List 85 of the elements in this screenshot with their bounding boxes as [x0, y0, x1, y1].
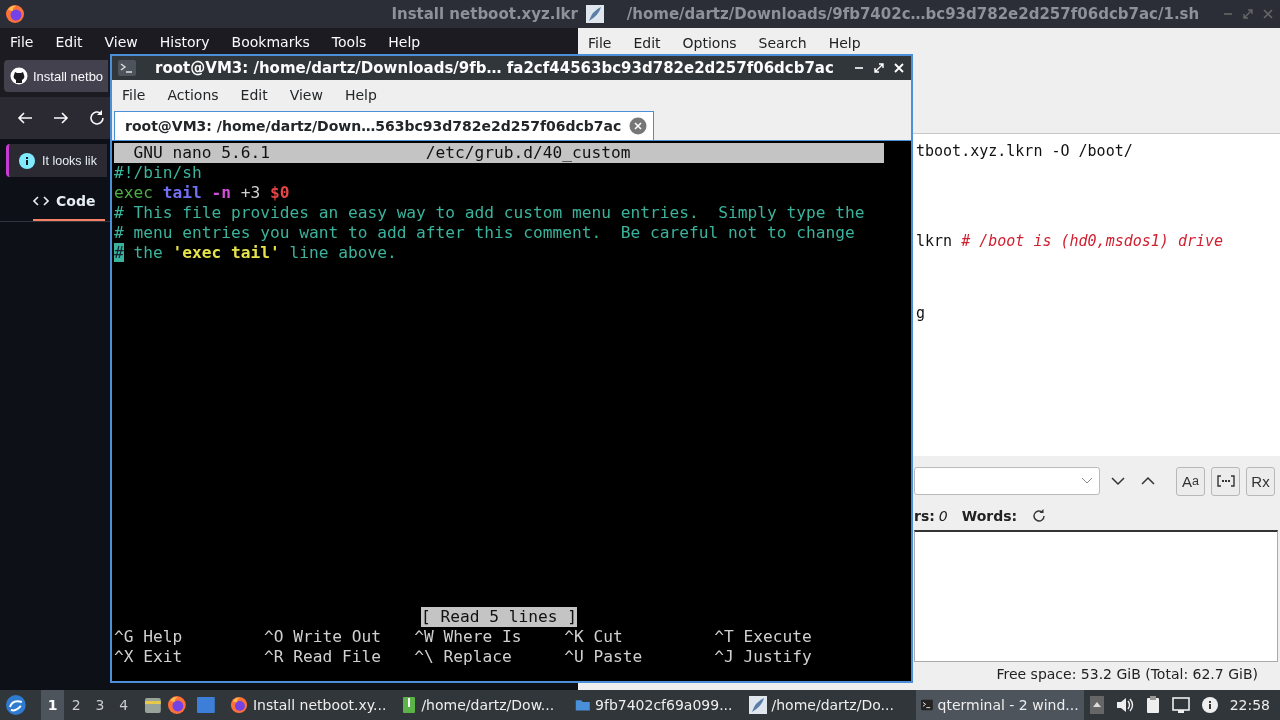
- terminal-icon: [920, 697, 933, 713]
- forward-icon[interactable]: [52, 110, 70, 126]
- shortcut-hint: ^R Read File: [264, 647, 383, 667]
- shortcut-hint: ^U Paste: [564, 647, 644, 667]
- window-title: Install netboot.xyz.lkr: [391, 5, 578, 23]
- back-icon[interactable]: [16, 110, 34, 126]
- code-line: tboot.xyz.lkrn -O /boot/: [916, 141, 1133, 162]
- status-message: [ Read 5 lines ]: [421, 607, 577, 627]
- menu-item[interactable]: View: [94, 33, 150, 50]
- code-icon: [33, 195, 49, 207]
- code-line: exec tail -n +3 $0: [114, 183, 291, 203]
- menu-item[interactable]: Actions: [157, 87, 231, 103]
- github-icon: [10, 67, 28, 85]
- code-line: # the 'exec tail' line above.: [114, 243, 398, 263]
- window-title: root@VM3: /home/dartz/Downloads/9fb… fa2cf44563bc93d782e2d257f06dcb7ac: [154, 59, 835, 77]
- menu-item[interactable]: Help: [378, 33, 433, 50]
- shortcut-hint: ^\ Replace: [414, 647, 513, 667]
- search-field[interactable]: [914, 467, 1100, 495]
- menu-item[interactable]: File: [112, 87, 158, 103]
- workspace-button[interactable]: 1: [40, 690, 65, 720]
- menu-item[interactable]: Bookmarks: [221, 33, 322, 50]
- menu-item[interactable]: Search: [748, 35, 819, 51]
- stat-label: Words:: [961, 508, 1018, 524]
- refresh-icon[interactable]: [1031, 508, 1048, 524]
- code-line: # This file provides an easy way to add custom menu entries. Simply type the: [114, 203, 866, 223]
- start-menu-icon[interactable]: [5, 694, 27, 716]
- file-manager-icon[interactable]: [143, 696, 162, 714]
- workspace-button[interactable]: 3: [88, 690, 112, 720]
- feather-icon: [586, 5, 604, 23]
- regex-toggle[interactable]: Rx: [1246, 466, 1275, 496]
- clock: 22:58: [1229, 697, 1270, 713]
- reload-icon[interactable]: [88, 109, 106, 127]
- code-line: # menu entries you want to add after this comment. Be careful not to change: [114, 223, 856, 243]
- firefox-icon[interactable]: [229, 696, 248, 714]
- menu-item[interactable]: File: [0, 33, 46, 50]
- info-icon: [19, 152, 35, 169]
- menu-item[interactable]: View: [279, 87, 335, 103]
- status-text: Free space: 53.2 GiB (Total: 62.7 GiB): [995, 665, 1259, 684]
- page-tab[interactable]: Code: [33, 183, 106, 221]
- browser-tab[interactable]: Install netbo: [4, 60, 108, 92]
- stat-value: 0: [938, 508, 948, 524]
- feather-icon: [748, 696, 767, 714]
- menu-item[interactable]: Edit: [45, 33, 95, 50]
- code-line: lkrn # /boot is (hd0,msdos1) drive: [916, 231, 1224, 252]
- shortcut-hint: ^W Where Is: [414, 627, 523, 647]
- dropdown-icon: [1081, 477, 1093, 485]
- nano-header: GNU nano 5.6.1 /etc/grub.d/40_custom: [114, 143, 884, 163]
- window-title: /home/dartz/Downloads/9fb7402c…bc93d782e2d257f06dcb7ac/1.sh: [625, 5, 1201, 23]
- terminal-tab[interactable]: root@VM3: /home/dartz/Down…563bc93d782e2d257f06dcb7ac: [114, 111, 655, 140]
- shortcut-hint: ^J Justify: [714, 647, 813, 667]
- shortcut-hint: ^G Help: [114, 627, 184, 647]
- workspace-button[interactable]: 4: [111, 690, 136, 720]
- shortcut-hint: ^K Cut: [564, 627, 624, 647]
- whole-word-toggle[interactable]: [1211, 466, 1240, 496]
- shortcut-hint: ^X Exit: [114, 647, 184, 667]
- archive-icon: [402, 696, 417, 714]
- network-icon[interactable]: [1171, 697, 1190, 713]
- menu-item[interactable]: Help: [818, 35, 873, 51]
- menu-item[interactable]: Tools: [321, 33, 379, 50]
- taskbar-task[interactable]: /home/dartz/Dow...: [397, 690, 564, 720]
- menu-item[interactable]: File: [578, 35, 624, 51]
- menu-item[interactable]: Options: [672, 35, 749, 51]
- speaker-icon[interactable]: [1115, 697, 1134, 713]
- whole-word-icon: [1216, 475, 1235, 487]
- notice-text: It looks lik: [42, 153, 97, 168]
- taskbar-task[interactable]: /home/dartz/Do...: [743, 690, 910, 720]
- folder-icon: [574, 697, 591, 713]
- terminal-icon: [118, 60, 136, 76]
- taskbar-task[interactable]: Install netboot.xy...: [224, 690, 392, 720]
- shortcut-hint: ^T Execute: [714, 627, 813, 647]
- menu-item[interactable]: Edit: [623, 35, 673, 51]
- taskbar-task[interactable]: 9fb7402cf69a099...: [569, 690, 738, 720]
- taskbar-task[interactable]: qterminal - 2 wind...: [915, 690, 1084, 720]
- code-line: g: [916, 303, 926, 324]
- workspace-button[interactable]: 2: [64, 690, 89, 720]
- clipboard-icon[interactable]: [1145, 696, 1160, 714]
- firefox-icon[interactable]: [5, 4, 25, 24]
- menu-item[interactable]: Help: [334, 87, 389, 103]
- firefox-icon[interactable]: [167, 695, 188, 715]
- menu-item[interactable]: Edit: [230, 87, 280, 103]
- info-icon[interactable]: [1201, 697, 1218, 713]
- code-line: #!/bin/sh: [114, 163, 203, 183]
- stat-label: rs:: [914, 508, 935, 524]
- menu-item[interactable]: History: [149, 33, 222, 50]
- shortcut-hint: ^O Write Out: [264, 627, 383, 647]
